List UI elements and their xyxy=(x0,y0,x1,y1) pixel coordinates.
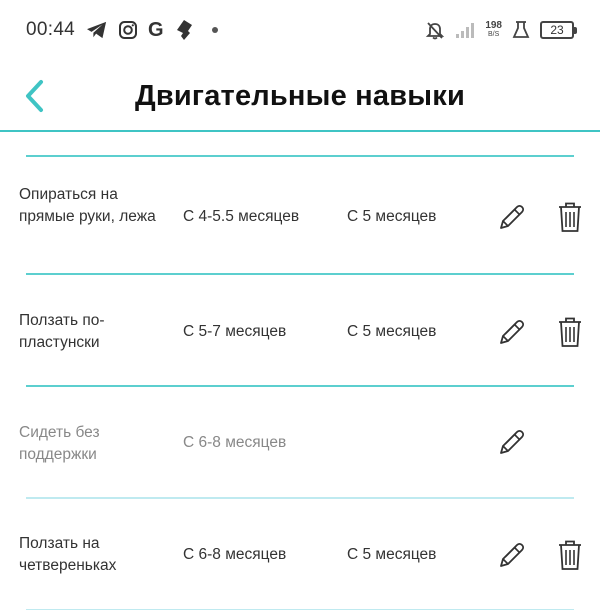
skill-row: Сидеть без поддержки С 6-8 месяцев xyxy=(0,387,600,499)
pencil-icon xyxy=(500,204,525,229)
skill-row: Ползать на четвереньках С 6-8 месяцев С … xyxy=(0,499,600,610)
list-top-divider xyxy=(26,155,574,157)
pencil-icon xyxy=(500,542,525,567)
system-icons: 198 B/S 23 xyxy=(425,18,577,42)
skill-row: Ползать по-пластунски С 5-7 месяцев С 5 … xyxy=(0,275,600,387)
skill-actual-age: С 5 месяцев xyxy=(347,208,437,225)
skill-name: Сидеть без поддержки xyxy=(19,424,100,463)
edit-button[interactable] xyxy=(495,425,529,459)
edit-button[interactable] xyxy=(495,200,529,234)
status-bar: 00:44 G 198 B/S 23 xyxy=(0,0,600,60)
google-icon: G xyxy=(148,18,164,41)
skill-actual-age: С 5 месяцев xyxy=(347,546,437,563)
pencil-icon xyxy=(500,429,525,454)
trash-icon xyxy=(559,317,581,347)
skill-expected-age: С 5-7 месяцев xyxy=(183,323,287,340)
bell-off-icon xyxy=(425,18,445,42)
skill-expected-age: С 6-8 месяцев xyxy=(183,434,287,451)
skill-expected-age: С 6-8 месяцев xyxy=(183,546,287,563)
net-speed-value: 198 xyxy=(485,20,502,31)
skill-expected-age: С 4-5.5 месяцев xyxy=(183,208,300,225)
skill-name: Ползать на четвереньках xyxy=(19,535,117,574)
edit-button[interactable] xyxy=(495,315,529,349)
delete-button[interactable] xyxy=(555,538,585,572)
pencil-icon xyxy=(500,319,525,344)
trash-icon xyxy=(559,540,581,570)
skill-name: Ползать по-пластунски xyxy=(19,312,105,351)
edit-button[interactable] xyxy=(495,538,529,572)
dot-icon xyxy=(211,27,218,33)
battery-icon: 23 xyxy=(540,21,577,39)
page-title: Двигательные навыки xyxy=(135,80,465,112)
notification-icons: G xyxy=(86,18,218,42)
status-time: 00:44 xyxy=(26,19,76,40)
battery-level: 23 xyxy=(550,23,564,37)
trash-icon xyxy=(559,202,581,232)
skill-row: Опираться на прямые руки, лежа С 4-5.5 м… xyxy=(0,163,600,275)
delete-button[interactable] xyxy=(555,200,585,234)
lab-icon xyxy=(512,18,530,42)
skill-name: Опираться на прямые руки, лежа xyxy=(19,186,156,225)
app-header: Двигательные навыки xyxy=(0,60,600,132)
skill-actual-age: С 5 месяцев xyxy=(347,323,437,340)
delete-button[interactable] xyxy=(555,315,585,349)
instagram-icon xyxy=(118,18,138,42)
shield-icon xyxy=(174,18,194,42)
signal-icon xyxy=(455,18,475,42)
telegram-icon xyxy=(86,18,108,42)
net-speed: 198 B/S xyxy=(485,21,502,39)
net-speed-unit: B/S xyxy=(488,31,500,38)
